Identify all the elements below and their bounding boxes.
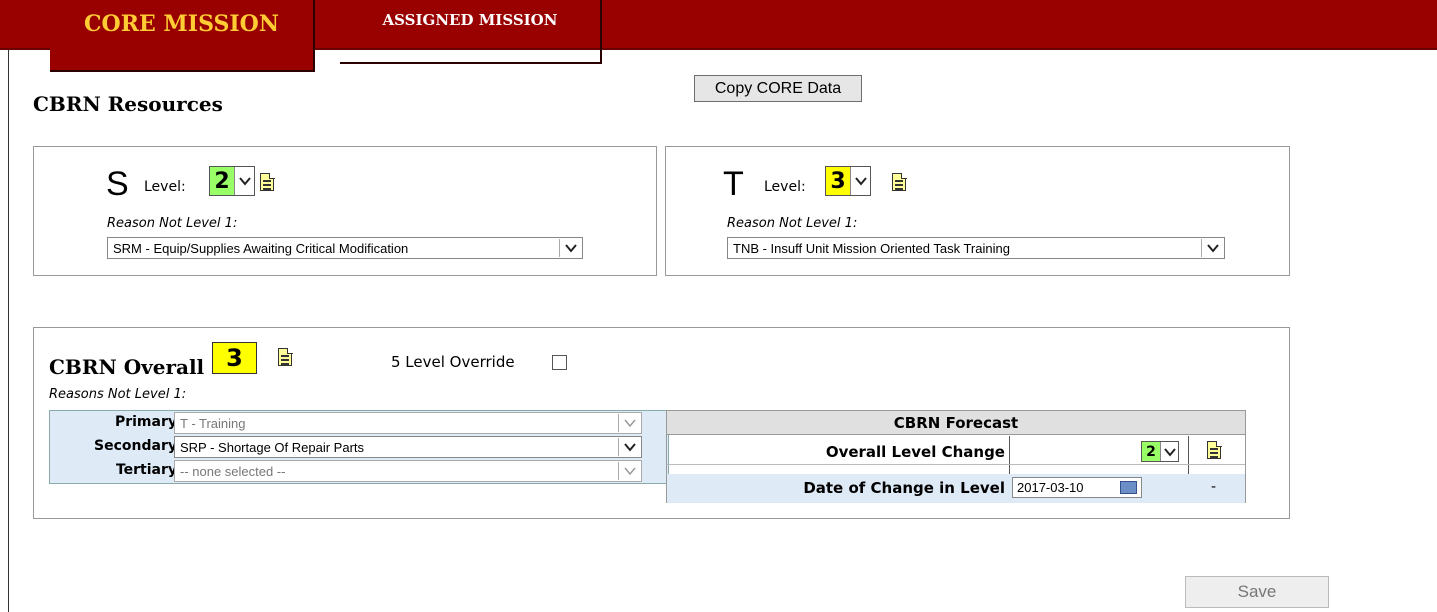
chevron-down-icon <box>1160 442 1178 461</box>
note-icon[interactable] <box>892 172 907 191</box>
date-change-value: 2017-03-10 <box>1017 480 1084 495</box>
t-reason-dropdown[interactable]: TNB - Insuff Unit Mission Oriented Task … <box>727 237 1225 259</box>
t-level-value: 3 <box>826 167 850 195</box>
primary-dropdown[interactable]: T - Training <box>174 412 642 434</box>
chevron-down-icon <box>1201 239 1223 257</box>
note-icon[interactable] <box>1207 440 1222 459</box>
chevron-down-icon <box>234 167 254 195</box>
chevron-down-icon <box>559 239 581 257</box>
note-icon[interactable] <box>278 347 293 366</box>
tertiary-label: Tertiary <box>115 462 177 478</box>
t-level-panel: T Level: 3 Reason Not Level 1: TNB - Ins… <box>665 146 1290 276</box>
section-title: CBRN Resources <box>33 92 223 116</box>
level-change-select[interactable]: 2 <box>1141 441 1179 462</box>
chevron-down-icon <box>618 462 640 480</box>
chevron-down-icon <box>618 414 640 432</box>
note-icon[interactable] <box>260 172 275 191</box>
t-level-select[interactable]: 3 <box>825 166 871 196</box>
calendar-icon[interactable] <box>1120 481 1137 494</box>
date-change-label: Date of Change in Level <box>803 479 1005 497</box>
s-level-value: 2 <box>210 167 234 195</box>
level-change-value: 2 <box>1142 442 1160 461</box>
tertiary-value: -- none selected -- <box>180 463 286 479</box>
secondary-row: Secondary SRP - Shortage Of Repair Parts <box>50 435 668 459</box>
override-label: 5 Level Override <box>391 353 515 371</box>
date-change-input[interactable]: 2017-03-10 <box>1012 477 1142 498</box>
secondary-value: SRP - Shortage Of Repair Parts <box>180 439 365 455</box>
chevron-down-icon <box>850 167 870 195</box>
chevron-down-icon <box>618 438 640 456</box>
save-button[interactable]: Save <box>1185 576 1329 608</box>
primary-value: T - Training <box>180 415 246 431</box>
primary-row: Primary T - Training <box>50 411 668 435</box>
level-change-row: Overall Level Change 2 <box>667 436 1245 465</box>
overall-level-value: 3 <box>212 342 257 374</box>
t-reason-label: Reason Not Level 1: <box>727 216 858 231</box>
tertiary-row: Tertiary -- none selected -- <box>50 459 668 483</box>
date-change-row: Date of Change in Level 2017-03-10 - <box>667 474 1245 503</box>
s-reason-label: Reason Not Level 1: <box>107 216 238 231</box>
date-dash: - <box>1211 479 1217 495</box>
level-change-label: Overall Level Change <box>825 443 1005 461</box>
t-level-label: Level: <box>764 179 806 195</box>
s-level-select[interactable]: 2 <box>209 166 255 196</box>
s-letter: S <box>106 165 129 203</box>
secondary-label: Secondary <box>94 438 177 454</box>
s-level-label: Level: <box>144 179 186 195</box>
overall-title: CBRN Overall <box>49 355 205 379</box>
secondary-dropdown[interactable]: SRP - Shortage Of Repair Parts <box>174 436 642 458</box>
cbrn-overall-panel: CBRN Overall 3 5 Level Override Reasons … <box>33 327 1290 519</box>
s-reason-dropdown[interactable]: SRM - Equip/Supplies Awaiting Critical M… <box>107 237 583 259</box>
t-letter: T <box>723 165 744 203</box>
t-reason-value: TNB - Insuff Unit Mission Oriented Task … <box>733 240 1010 256</box>
override-checkbox[interactable] <box>552 355 567 370</box>
s-reason-value: SRM - Equip/Supplies Awaiting Critical M… <box>113 240 409 256</box>
forecast-title: CBRN Forecast <box>667 411 1245 435</box>
tertiary-dropdown[interactable]: -- none selected -- <box>174 460 642 482</box>
reasons-table: Primary T - Training Secondary SRP - Sho… <box>49 410 669 484</box>
primary-label: Primary <box>114 414 177 430</box>
s-level-panel: S Level: 2 Reason Not Level 1: SRM - Equ… <box>33 146 657 276</box>
copy-core-data-button[interactable]: Copy CORE Data <box>694 75 862 102</box>
forecast-table: CBRN Forecast Overall Level Change 2 Dat… <box>666 410 1246 503</box>
reasons-label: Reasons Not Level 1: <box>49 387 187 402</box>
